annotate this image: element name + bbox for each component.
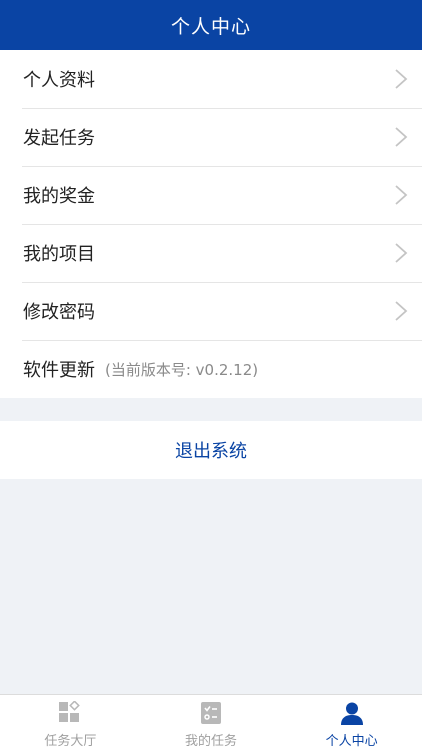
tab-task-hall[interactable]: 任务大厅 (0, 695, 141, 750)
logout-label: 退出系统 (175, 441, 247, 462)
chevron-right-icon (395, 127, 408, 147)
checklist-icon (201, 702, 221, 724)
version-number: (当前版本号: v0.2.12) (105, 360, 259, 379)
menu-item-change-password[interactable]: 修改密码 (0, 282, 422, 340)
menu-item-label: 软件更新 (23, 360, 95, 381)
grid-icon (59, 701, 81, 722)
menu-item-my-projects[interactable]: 我的项目 (0, 224, 422, 282)
tab-label: 个人中心 (325, 734, 378, 749)
menu-item-label: 我的项目 (23, 244, 95, 265)
menu-item-label: 我的奖金 (23, 186, 95, 207)
menu-item-label: 个人资料 (23, 70, 95, 91)
menu-item-software-update[interactable]: 软件更新 (当前版本号: v0.2.12) (0, 340, 422, 398)
tab-my-tasks[interactable]: 我的任务 (141, 695, 282, 750)
chevron-right-icon (395, 69, 408, 89)
chevron-right-icon (395, 185, 408, 205)
user-icon (340, 702, 363, 725)
settings-menu: 个人资料 发起任务 我的奖金 我的项目 修改密码 软件更新 (当前版本号: v0… (0, 50, 422, 398)
page-title: 个人中心 (170, 15, 251, 38)
menu-item-profile[interactable]: 个人资料 (0, 50, 422, 108)
tab-label: 任务大厅 (44, 734, 97, 749)
logout-button[interactable]: 退出系统 (0, 421, 422, 479)
tab-personal-center[interactable]: 个人中心 (281, 695, 422, 750)
chevron-right-icon (395, 301, 408, 321)
app-header: 个人中心 (0, 0, 422, 50)
bottom-tab-bar: 任务大厅 我的任务 个人中心 (0, 694, 422, 750)
menu-item-label: 发起任务 (23, 128, 95, 149)
chevron-right-icon (395, 243, 408, 263)
menu-item-create-task[interactable]: 发起任务 (0, 108, 422, 166)
tab-label: 我的任务 (185, 734, 238, 749)
menu-item-label: 修改密码 (23, 302, 95, 323)
menu-item-my-bonus[interactable]: 我的奖金 (0, 166, 422, 224)
